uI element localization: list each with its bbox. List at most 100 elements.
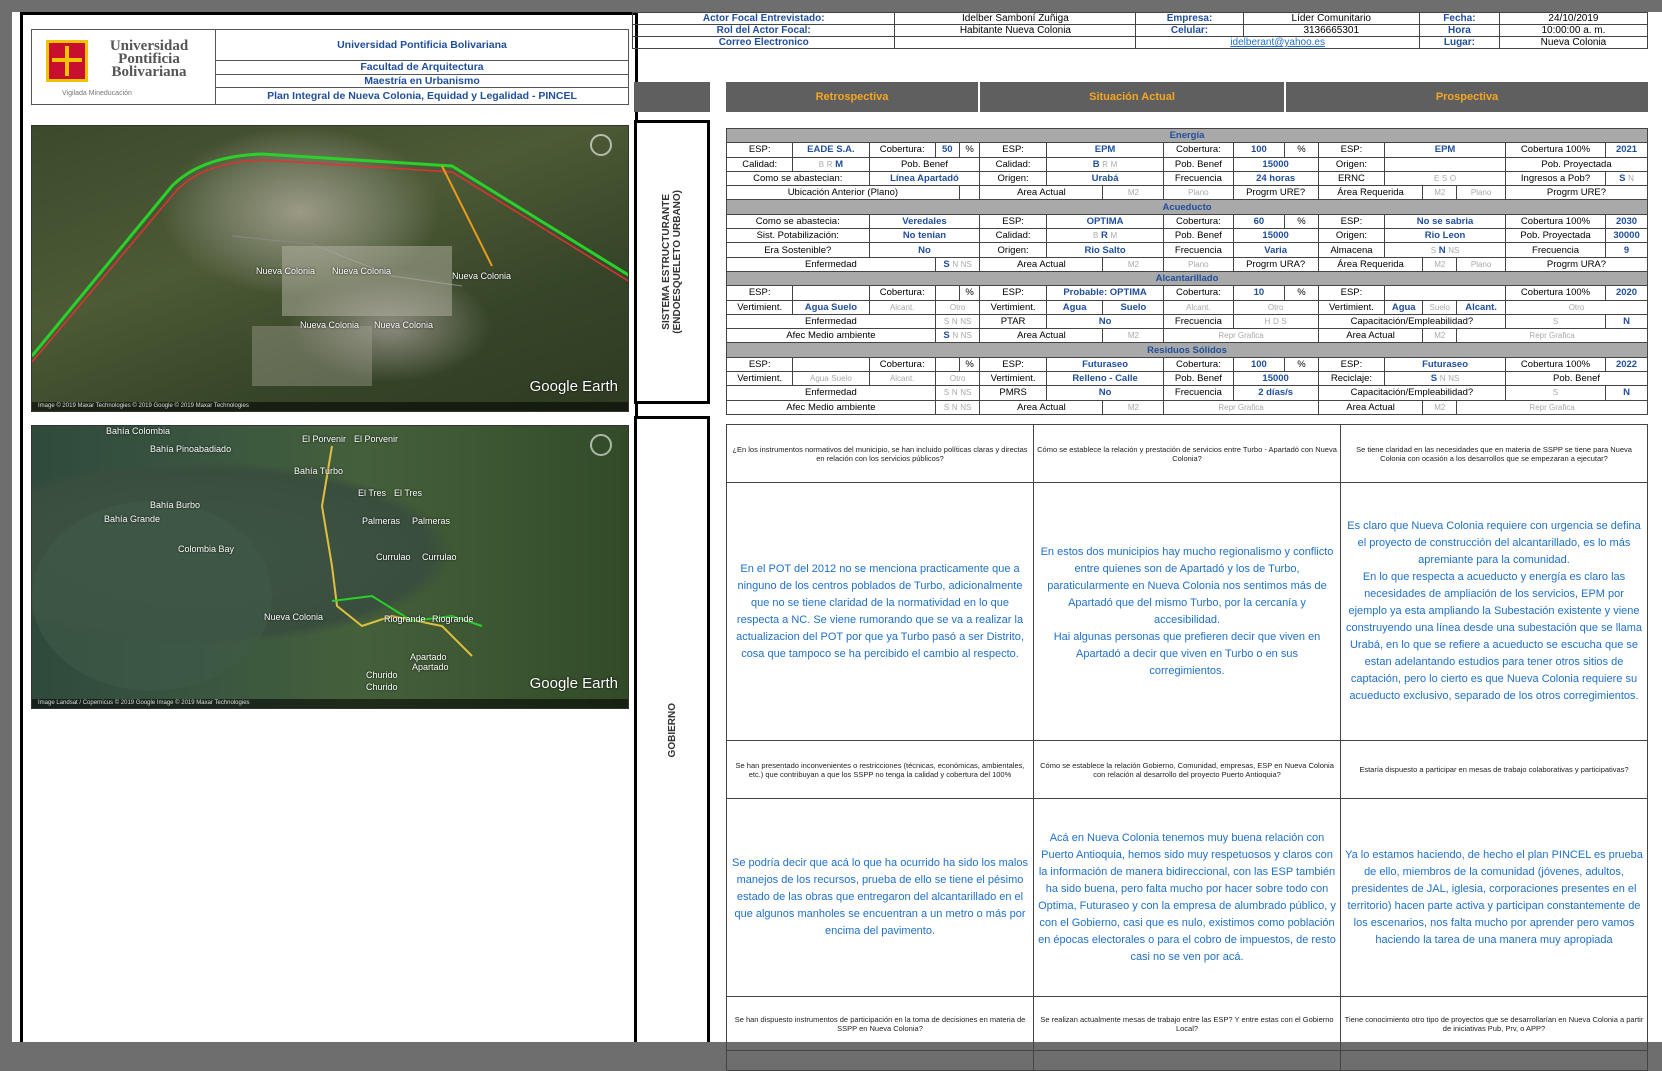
map-label: Riogrande (384, 614, 426, 624)
cell: Futuraseo (1384, 356, 1506, 373)
side-label-gobierno: GOBIERNO (634, 416, 710, 1042)
section-energia: Energía (726, 127, 1648, 144)
cell: Reciclaje: (1317, 371, 1386, 387)
faculty-name: Facultad de Arquitectura (216, 61, 628, 75)
cell: PMRS (979, 385, 1047, 401)
map-route-lines (32, 152, 628, 386)
cell: No (1045, 313, 1165, 330)
map-label: Bahía Burbo (150, 500, 201, 510)
google-earth-brand: Google Earth (529, 675, 618, 692)
map-label: Palmeras (362, 516, 401, 526)
rol-value: Habitante Nueva Colonia (894, 24, 1137, 37)
right-panel: Actor Focal Entrevistado: Idelber Sambon… (631, 12, 1662, 1071)
cell: Suelo (831, 374, 852, 384)
map-label: Nueva Colonia (264, 612, 324, 622)
cell: Pob. Benef (1163, 371, 1234, 387)
cell: 30000 (1605, 228, 1648, 244)
answer-cell: En estos dos municipios hay mucho region… (1033, 482, 1341, 741)
cell: Línea Apartadó (868, 170, 981, 187)
cell: Cobertura: (1163, 356, 1234, 373)
cell: Origen: (1317, 156, 1386, 172)
col-prospectiva: Prospectiva (1286, 82, 1648, 112)
cell: Área Requerida (1317, 185, 1424, 201)
cell: Pob. Benef (1504, 371, 1649, 387)
map-compass-icon[interactable] (590, 134, 612, 156)
university-name: Universidad Pontificia Bolivariana (216, 30, 628, 62)
question-cell: Se han presentado inconvenientes o restr… (726, 740, 1034, 799)
plan-name: Plan Integral de Nueva Colonia, Equidad … (267, 90, 577, 103)
cell: ESP: (1317, 213, 1386, 230)
cell: Vertimient. (979, 299, 1047, 315)
cell: Agua (1045, 299, 1104, 315)
cell: Vertimient. (725, 299, 794, 315)
cell: Otro (934, 299, 981, 315)
map-label: Currulao (422, 552, 457, 562)
cell: Afec Medio ambiente (726, 328, 936, 344)
cell: 9 (1605, 242, 1648, 258)
rol-label: Rol del Actor Focal: (631, 24, 896, 37)
cell: Rio Leon (1384, 228, 1506, 244)
cell: S (1441, 174, 1448, 184)
logo-motto: Vigilada Mineducación (62, 90, 132, 97)
cell: M2 (1102, 399, 1165, 415)
question-cell: Tiene conocimiento otro tipo de proyecto… (1340, 996, 1648, 1051)
map-label: Nueva Colonia (332, 266, 392, 276)
map-label: Currulao (376, 552, 411, 562)
celular-label: Celular: (1135, 24, 1244, 37)
cell: Alcant. (1163, 299, 1234, 315)
cell: N (1605, 385, 1648, 401)
cell: ESP: (725, 142, 794, 158)
answer-cell: Es claro que Nueva Colonia requiere con … (1340, 482, 1648, 741)
cell: No se sabria (1384, 213, 1506, 230)
cell: Origen: (979, 242, 1047, 258)
cell: NS (1448, 374, 1460, 384)
side-label-sistema: SISTEMA ESTRUCTURANTE (ENDOESQUELETO URB… (634, 120, 710, 404)
cell: 24 horas (1232, 170, 1319, 187)
cell: Cobertura 100% (1504, 142, 1607, 158)
cell: Sist. Potabilización: (726, 228, 870, 244)
map-label: El Tres (358, 488, 387, 498)
cell: M (1110, 231, 1118, 241)
map-label: Nueva Colonia (374, 320, 434, 330)
cell: S (943, 317, 950, 326)
cell: Area Actual (979, 185, 1104, 201)
cell: NS (960, 259, 972, 269)
cell: ESP: (725, 356, 794, 373)
cell: Repr Grafica (1456, 399, 1648, 415)
map-compass-icon[interactable] (590, 434, 612, 456)
celular-value: 3136665301 (1242, 24, 1420, 37)
cell: Alcant. (868, 299, 936, 315)
answer-cell: Ya lo estamos haciendo, de hecho el plan… (1340, 798, 1648, 997)
cell: 2030 (1605, 213, 1648, 230)
section-acueducto: Acueducto (726, 199, 1648, 215)
cell: E (1433, 174, 1440, 184)
cell: 2021 (1605, 142, 1648, 158)
cell: 15000 (1232, 228, 1319, 244)
map-label: Apartado (412, 662, 449, 672)
cell: % (1284, 356, 1319, 373)
hora-label: Hora (1418, 24, 1500, 37)
actor-value: Idelber Samboní Zuñiga (894, 12, 1137, 25)
cell: H (1264, 317, 1271, 326)
cell: ESP: (979, 285, 1047, 301)
cell: 60 (1232, 213, 1286, 230)
correo-link[interactable]: idelberant@yahoo.es (1135, 36, 1420, 49)
cell: Enfermedad (726, 385, 936, 401)
question-cell: Cómo se establece la relación Gobierno, … (1033, 740, 1341, 799)
answer-cell: Acá en Nueva Colonia tenemos muy buena r… (1033, 798, 1341, 997)
cell: Futuraseo (1045, 356, 1165, 373)
cell: Pob. Benef (868, 156, 981, 172)
cell: Vertimient. (725, 371, 794, 387)
cell: % (958, 356, 981, 373)
cell: Agua (1384, 299, 1424, 315)
cell: Capacitación/Empleabilidad? (1317, 385, 1506, 401)
cell: Veredales (868, 213, 981, 230)
map-label: Churido (366, 670, 398, 680)
map-label: El Porvenir (354, 434, 399, 444)
cell: 15000 (1232, 156, 1319, 172)
cell: NS (960, 388, 972, 398)
cell: No (868, 242, 981, 258)
program-name: Maestría en Urbanismo (216, 75, 628, 89)
fecha-value: 24/10/2019 (1498, 12, 1649, 25)
cell: Rio Salto (1045, 242, 1165, 258)
